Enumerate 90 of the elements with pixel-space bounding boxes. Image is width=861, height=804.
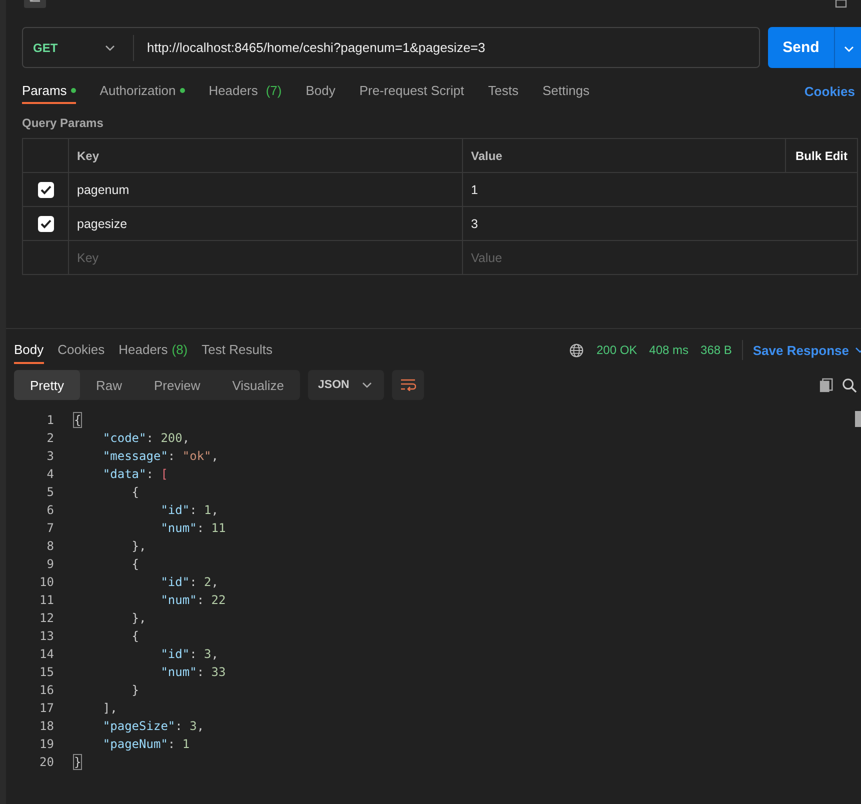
request-tab[interactable]: Authorization (100, 78, 185, 104)
view-mode-tab[interactable]: Preview (138, 370, 216, 400)
checkbox[interactable] (38, 182, 54, 198)
code-line: }, (130, 611, 146, 625)
param-key[interactable]: pagesize (69, 207, 463, 240)
code-line: } (73, 755, 82, 769)
line-number: 12 (38, 611, 55, 625)
code-line: "pageNum": 1 (102, 737, 190, 751)
send-button[interactable]: Send (768, 27, 834, 68)
globe-icon[interactable] (569, 342, 584, 358)
wrap-lines-icon (400, 379, 416, 391)
line-number: 13 (38, 629, 55, 643)
code-line: { (130, 485, 140, 499)
chevron-down-icon (105, 44, 115, 50)
line-number: 1 (46, 413, 55, 427)
cookies-link[interactable]: Cookies (804, 84, 855, 98)
line-number: 5 (46, 485, 55, 499)
code-line: } (130, 683, 140, 697)
request-icon (24, 0, 46, 8)
line-number: 7 (46, 521, 55, 535)
save-icon[interactable] (835, 0, 847, 8)
tab-count: (7) (266, 82, 282, 98)
view-mode-tab[interactable]: Pretty (14, 370, 80, 400)
line-number: 18 (38, 719, 55, 733)
code-line: "code": 200, (102, 431, 190, 445)
code-line: "id": 3, (160, 647, 219, 661)
request-tab[interactable]: Body (306, 78, 336, 104)
code-line: "num": 33 (160, 665, 226, 679)
line-number: 4 (46, 467, 55, 481)
response-tab[interactable]: Headers (8) (118, 336, 188, 364)
value-input[interactable]: Value (471, 250, 818, 264)
search-icon[interactable] (842, 378, 857, 392)
column-header: Key (69, 139, 463, 172)
scrollbar-thumb[interactable] (855, 411, 861, 427)
save-response-button[interactable]: Save Response (752, 342, 861, 358)
bulk-edit-button[interactable]: Bulk Edit (786, 139, 857, 172)
column-header: Value (463, 139, 786, 172)
response-tab[interactable]: Body (14, 336, 44, 364)
section-title: Query Params (22, 116, 104, 130)
wrap-lines-button[interactable] (392, 370, 424, 400)
copy-icon[interactable] (819, 378, 834, 392)
code-line: "message": "ok", (102, 449, 219, 463)
request-tab[interactable]: Pre-request Script (359, 78, 464, 104)
line-number: 16 (38, 683, 55, 697)
view-mode-tab[interactable]: Visualize (216, 370, 300, 400)
request-tab[interactable]: Tests (488, 78, 518, 104)
line-number: 10 (38, 575, 55, 589)
format-select[interactable]: JSON (308, 370, 384, 400)
status-code[interactable]: 200 OK (596, 343, 638, 357)
param-key[interactable]: pagenum (69, 173, 463, 206)
line-number: 6 (46, 503, 55, 517)
line-number: 2 (46, 431, 55, 445)
chevron-down-icon (844, 46, 854, 52)
view-mode-tab[interactable]: Raw (80, 370, 138, 400)
code-line: }, (130, 539, 146, 553)
line-number: 15 (38, 665, 55, 679)
code-line: { (130, 557, 140, 571)
code-line: "pageSize": 3, (102, 719, 204, 733)
request-tab[interactable]: Settings (542, 78, 590, 104)
request-tab[interactable]: Params (22, 78, 76, 104)
url-input[interactable]: http://localhost:8465/home/ceshi?pagenum=1&pagesize=3 (134, 39, 759, 56)
response-tab[interactable]: Test Results (202, 336, 272, 364)
line-number: 3 (46, 449, 55, 463)
code-line: ], (102, 701, 118, 715)
param-value[interactable]: 1 (463, 173, 857, 206)
response-time[interactable]: 408 ms (649, 343, 689, 357)
line-number: 8 (46, 539, 55, 553)
request-tab[interactable]: Headers (7) (208, 78, 282, 104)
line-number: 14 (38, 647, 55, 661)
code-line: "id": 1, (160, 503, 219, 517)
line-number: 11 (38, 593, 55, 607)
url-bar[interactable]: GET http://localhost:8465/home/ceshi?pagenum=1&pagesize=3 (22, 27, 760, 68)
code-line: "id": 2, (160, 575, 219, 589)
key-input[interactable]: Key (77, 250, 424, 264)
line-number: 17 (38, 701, 55, 715)
line-number: 20 (38, 755, 55, 769)
code-line: "num": 22 (160, 593, 226, 607)
checkbox[interactable] (38, 216, 54, 232)
line-number: 9 (46, 557, 55, 571)
code-line: "data": [ (102, 467, 168, 481)
tab-count: (8) (172, 342, 188, 356)
code-line: { (73, 413, 82, 427)
line-number: 19 (38, 737, 55, 751)
param-value[interactable]: 3 (463, 207, 857, 240)
chevron-down-icon (362, 382, 372, 388)
code-line: { (130, 629, 140, 643)
response-size[interactable]: 368 B (700, 343, 732, 357)
response-tab[interactable]: Cookies (58, 336, 105, 364)
code-line: "num": 11 (160, 521, 226, 535)
method-select[interactable]: GET (23, 34, 134, 60)
